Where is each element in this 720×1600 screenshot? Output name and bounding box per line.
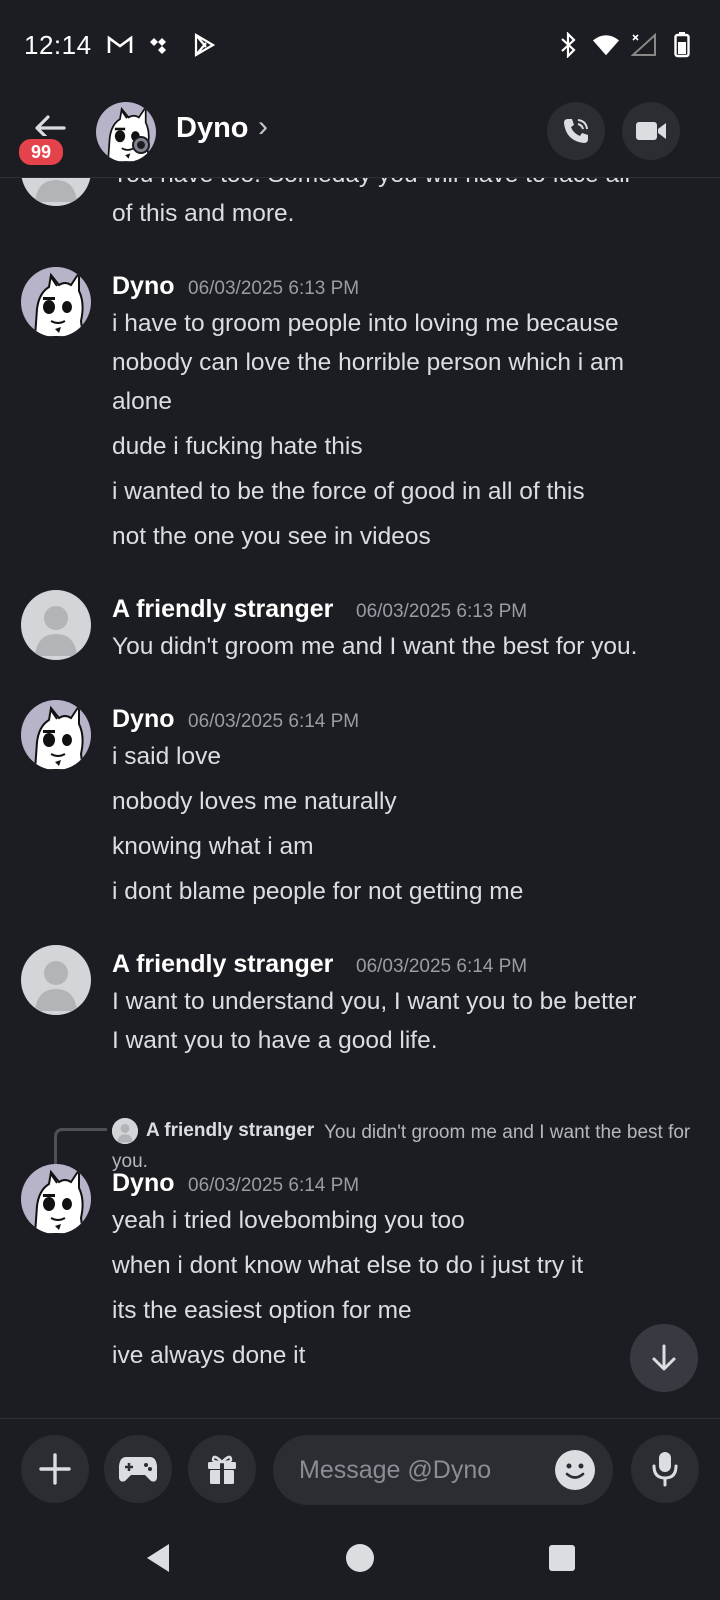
message-line: its the easiest option for me: [112, 1297, 412, 1324]
add-attachment-button[interactable]: [21, 1435, 89, 1503]
message-timestamp: 06/03/2025 6:13 PM: [188, 278, 360, 299]
message-line: when i dont know what else to do i just …: [112, 1252, 584, 1279]
status-bar: 12:14: [0, 0, 720, 90]
emoji-button[interactable]: [555, 1450, 595, 1490]
battery-icon: [668, 31, 696, 59]
gmail-icon: [106, 31, 134, 59]
message-line: dude i fucking hate this: [112, 433, 363, 460]
square-recents-icon: [549, 1545, 575, 1571]
voice-message-button[interactable]: [631, 1435, 699, 1503]
message-line: i dont blame people for not getting me: [112, 878, 524, 905]
gift-button[interactable]: [188, 1435, 256, 1503]
message-line: I want you to have a good life.: [112, 1027, 438, 1054]
message-line: ive always done it: [112, 1342, 306, 1369]
message-line: i wanted to be the force of good in all …: [112, 478, 585, 505]
avatar[interactable]: [21, 1164, 91, 1234]
avatar[interactable]: [96, 102, 156, 162]
nav-home-button[interactable]: [340, 1538, 380, 1578]
play-store-icon: [190, 31, 218, 59]
smiley-icon: [565, 1463, 585, 1479]
wifi-icon: [592, 31, 620, 59]
message-timestamp: 06/03/2025 6:14 PM: [188, 1175, 360, 1196]
message-input-wrapper: [273, 1435, 613, 1505]
avatar[interactable]: [21, 267, 91, 337]
gift-icon: [208, 1455, 236, 1484]
message-line: i said love: [112, 743, 221, 770]
message-author[interactable]: A friendly stranger: [112, 950, 333, 979]
signal-icon: [630, 31, 658, 59]
avatar[interactable]: [21, 178, 91, 206]
message-author[interactable]: Dyno: [112, 705, 175, 734]
message-list[interactable]: You have too. Someday you will have to f…: [0, 178, 720, 1418]
unread-badge: 99: [16, 136, 66, 168]
message-author[interactable]: A friendly stranger: [112, 595, 333, 624]
message-line: knowing what i am: [112, 833, 314, 860]
nav-back-button[interactable]: [138, 1538, 178, 1578]
message-timestamp: 06/03/2025 6:14 PM: [356, 956, 528, 977]
microphone-icon: [652, 1452, 678, 1487]
reply-avatar: [112, 1118, 138, 1144]
message-line: nobody can love the horrible person whic…: [112, 349, 625, 376]
message-input[interactable]: [297, 1454, 551, 1486]
system-navigation-bar: [0, 1514, 720, 1600]
gamepad-icon: [119, 1457, 157, 1482]
message-line: I want to understand you, I want you to …: [112, 988, 637, 1015]
nav-recents-button[interactable]: [542, 1538, 582, 1578]
chevron-right-icon[interactable]: ›: [258, 110, 268, 144]
avatar[interactable]: [21, 590, 91, 660]
triangle-back-icon: [147, 1544, 169, 1572]
voice-call-button[interactable]: [547, 102, 605, 160]
video-call-button[interactable]: [622, 102, 680, 160]
message-line: You have too. Someday you will have to f…: [112, 178, 630, 195]
message-line: You didn't groom me and I want the best …: [112, 633, 638, 660]
message-line: i have to groom people into loving me be…: [112, 310, 619, 337]
circle-home-icon: [346, 1544, 374, 1572]
message-line: of this and more.: [112, 200, 295, 227]
contact-name[interactable]: Dyno: [176, 112, 249, 145]
message-timestamp: 06/03/2025 6:13 PM: [356, 601, 528, 622]
message-composer: [0, 1418, 720, 1515]
video-camera-icon: [636, 122, 666, 140]
bluetooth-icon: [554, 31, 582, 59]
message-line: not the one you see in videos: [112, 523, 431, 550]
reply-author[interactable]: A friendly stranger: [146, 1120, 314, 1142]
chat-header: 99 Dyno ›: [0, 90, 720, 178]
message-timestamp: 06/03/2025 6:14 PM: [188, 711, 360, 732]
tidal-icon: [148, 31, 176, 59]
message-line: yeah i tried lovebombing you too: [112, 1207, 465, 1234]
scroll-to-bottom-button[interactable]: [630, 1324, 698, 1392]
message-line: nobody loves me naturally: [112, 788, 397, 815]
arrow-down-icon: [652, 1344, 676, 1371]
activities-button[interactable]: [104, 1435, 172, 1503]
phone-icon: [564, 119, 588, 143]
plus-icon: [39, 1453, 71, 1485]
avatar[interactable]: [21, 945, 91, 1015]
message-author[interactable]: Dyno: [112, 272, 175, 301]
status-indicator: [132, 136, 150, 154]
avatar[interactable]: [21, 700, 91, 770]
message-line: alone: [112, 388, 172, 415]
message-author[interactable]: Dyno: [112, 1169, 175, 1198]
status-time: 12:14: [24, 29, 92, 60]
